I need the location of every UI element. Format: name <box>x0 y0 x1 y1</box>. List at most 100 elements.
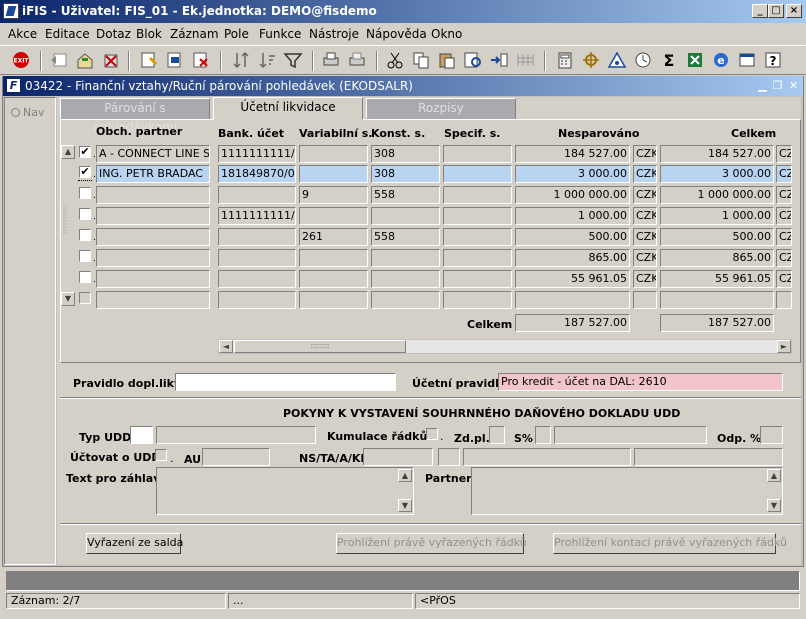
maximize-icon[interactable]: □ <box>768 4 784 18</box>
cell-nesparovano[interactable]: 865.00 <box>515 249 630 267</box>
cell-bank[interactable] <box>218 228 296 246</box>
close-icon[interactable]: × <box>786 4 802 18</box>
query-icon[interactable] <box>138 50 162 72</box>
cell-nesparovano[interactable]: 500.00 <box>515 228 630 246</box>
execute-query-icon[interactable] <box>164 50 188 72</box>
cell-konst[interactable]: 308 <box>371 165 440 183</box>
cell-currency2[interactable]: CZ <box>776 228 792 246</box>
sort-icon[interactable] <box>230 50 254 72</box>
tab-rozpisy[interactable]: Rozpisy <box>366 98 516 119</box>
cell-var[interactable]: 261 <box>299 228 368 246</box>
cell-celkem[interactable]: 500.00 <box>660 228 774 246</box>
cell-spec[interactable] <box>443 207 512 225</box>
zdpl-input[interactable] <box>489 426 505 444</box>
cell-currency2[interactable]: CZ <box>776 165 792 183</box>
row-checkbox[interactable] <box>79 271 91 283</box>
a-input[interactable] <box>463 448 631 466</box>
odp-input[interactable] <box>760 426 783 444</box>
scroll-left-icon[interactable]: ◄ <box>219 340 233 353</box>
cell-spec[interactable] <box>443 270 512 288</box>
menu-okno[interactable]: Okno <box>431 27 462 41</box>
minimize-icon[interactable]: _ <box>752 4 768 18</box>
prohlizeni-button[interactable]: Prohlížení právě vyřazených řádků <box>336 533 527 554</box>
menu-dotaz[interactable]: Dotaz <box>96 27 131 41</box>
ns-input[interactable] <box>363 448 433 466</box>
ta-input[interactable] <box>438 448 460 466</box>
cell-spec[interactable] <box>443 249 512 267</box>
browser-icon[interactable]: e <box>710 50 734 72</box>
print-preview-icon[interactable] <box>346 50 370 72</box>
cell-currency2[interactable]: CZ <box>776 249 792 267</box>
cell-partner[interactable] <box>96 207 210 225</box>
cell-nesparovano[interactable]: 1 000 000.00 <box>515 186 630 204</box>
pravidlo-input[interactable] <box>175 373 396 391</box>
copy-icon[interactable] <box>410 50 434 72</box>
cell-currency[interactable]: CZK <box>633 207 657 225</box>
cell-konst[interactable] <box>371 270 440 288</box>
cell-nesparovano[interactable]: 3 000.00 <box>515 165 630 183</box>
cell-bank[interactable]: 1111111111/01 <box>218 207 296 225</box>
cell-partner[interactable]: A - CONNECT LINE SPOL <box>96 145 210 163</box>
cell-var[interactable] <box>299 291 368 309</box>
prohlizeni-kontaci-button[interactable]: Prohlížení kontací právě vyřazených řádk… <box>553 533 787 554</box>
cell-currency[interactable]: CZK <box>633 228 657 246</box>
cell-currency2[interactable]: CZ <box>776 207 792 225</box>
cell-partner[interactable] <box>96 270 210 288</box>
row-checkbox[interactable] <box>79 250 91 262</box>
minimize-icon[interactable]: ▁ <box>755 78 770 93</box>
cell-bank[interactable] <box>218 186 296 204</box>
cell-spec[interactable] <box>443 186 512 204</box>
cell-celkem[interactable] <box>660 291 774 309</box>
paste-icon[interactable] <box>436 50 460 72</box>
cell-currency2[interactable] <box>776 291 792 309</box>
cell-partner[interactable] <box>96 186 210 204</box>
row-checkbox[interactable]: ✔ <box>79 166 91 178</box>
window-icon[interactable] <box>736 50 760 72</box>
cell-nesparovano[interactable] <box>515 291 630 309</box>
vyrazeni-button[interactable]: Vyřazení ze salda <box>86 533 183 554</box>
delete-record-icon[interactable] <box>100 50 124 72</box>
row-checkbox[interactable] <box>79 229 91 241</box>
sp-input[interactable] <box>535 426 551 444</box>
restore-icon[interactable]: ❐ <box>770 78 785 93</box>
help-icon[interactable]: ? <box>762 50 786 72</box>
cell-partner[interactable]: ING. PETR BRADAC <box>96 165 210 183</box>
insert-record-icon[interactable] <box>74 50 98 72</box>
row-checkbox[interactable] <box>79 292 91 304</box>
menu-nastroje[interactable]: Nástroje <box>309 27 359 41</box>
search-icon[interactable] <box>462 50 486 72</box>
cell-nesparovano[interactable]: 1 000.00 <box>515 207 630 225</box>
cell-celkem[interactable]: 1 000.00 <box>660 207 774 225</box>
print-icon[interactable] <box>320 50 344 72</box>
row-checkbox[interactable] <box>79 208 91 220</box>
cell-bank[interactable] <box>218 249 296 267</box>
textarea-scroll-up-icon[interactable]: ▲ <box>398 469 412 482</box>
cell-var[interactable] <box>299 249 368 267</box>
cell-partner[interactable] <box>96 228 210 246</box>
clock-icon[interactable] <box>632 50 656 72</box>
cell-var[interactable] <box>299 270 368 288</box>
grid-icon[interactable] <box>514 50 538 72</box>
nav-radio[interactable] <box>11 108 20 117</box>
cell-currency[interactable]: CZK <box>633 249 657 267</box>
cut-icon[interactable] <box>384 50 408 72</box>
cell-currency[interactable]: CZK <box>633 165 657 183</box>
menu-editace[interactable]: Editace <box>45 27 90 41</box>
cell-konst[interactable]: 308 <box>371 145 440 163</box>
cell-celkem[interactable]: 184 527.00 <box>660 145 774 163</box>
cancel-query-icon[interactable] <box>190 50 214 72</box>
cell-currency2[interactable]: CZ <box>776 145 792 163</box>
cell-konst[interactable] <box>371 249 440 267</box>
partner-scroll-up-icon[interactable]: ▲ <box>767 469 781 482</box>
cell-var[interactable] <box>299 207 368 225</box>
exit-icon[interactable]: EXIT <box>10 50 34 72</box>
text-zahlavi-textarea[interactable] <box>156 467 414 515</box>
cell-bank[interactable] <box>218 291 296 309</box>
cell-currency2[interactable]: CZ <box>776 186 792 204</box>
cell-partner[interactable] <box>96 249 210 267</box>
row-checkbox[interactable]: ✔ <box>79 146 91 158</box>
menu-blok[interactable]: Blok <box>136 27 162 41</box>
filter-icon[interactable] <box>282 50 306 72</box>
cell-celkem[interactable]: 3 000.00 <box>660 165 774 183</box>
cell-spec[interactable] <box>443 165 512 183</box>
